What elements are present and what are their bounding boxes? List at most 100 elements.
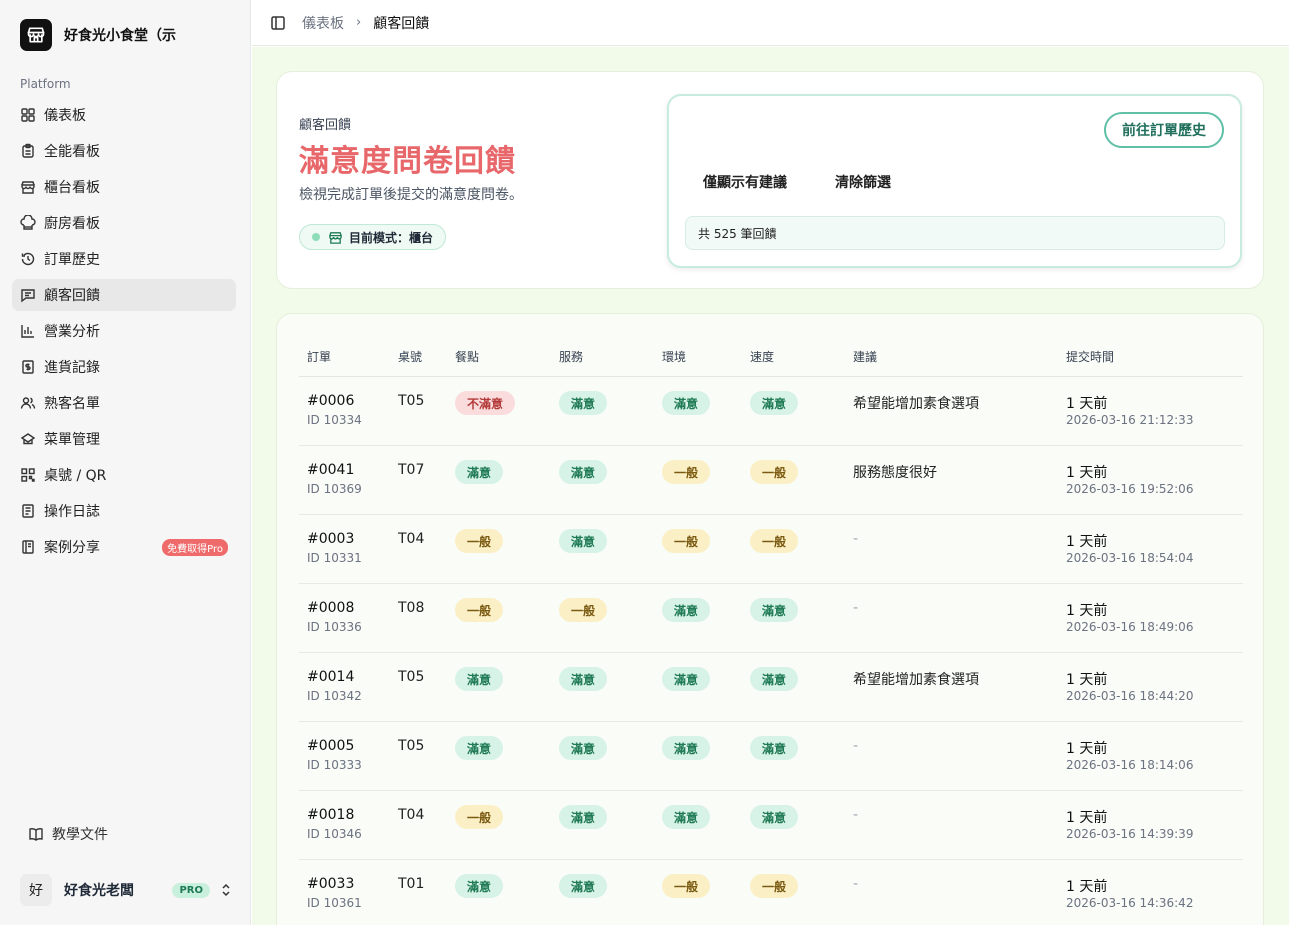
submitted-relative: 1 天前 (1066, 603, 1108, 619)
suggestion-text: 希望能增加素食選項 (853, 396, 979, 412)
sidebar-item-operation-log[interactable]: 操作日誌 (12, 495, 236, 527)
rating-service-badge: 滿意 (559, 874, 608, 898)
order-number: #0003 (307, 531, 355, 547)
table-number: T05 (398, 669, 425, 685)
sidebar: 好食光小食堂（示 Platform 儀表板 全能看板 櫃台看板 廚房看板 訂單歷… (0, 0, 251, 925)
sidebar-item-label: 營業分析 (44, 324, 100, 340)
submitted-relative: 1 天前 (1066, 672, 1108, 688)
nav-group-label: Platform (20, 77, 71, 91)
user-menu[interactable]: 好 好食光老闆 PRO (20, 874, 232, 906)
rating-speed-badge: 一般 (750, 460, 799, 484)
order-id: ID 10336 (307, 620, 362, 634)
rating-food-badge: 不滿意 (455, 391, 516, 415)
table-row[interactable]: #0005 ID 10333 T05 滿意 滿意 滿意 滿意 - 1 天前 2026-03-16 … (299, 722, 1243, 791)
rating-food-badge: 滿意 (455, 460, 504, 484)
topbar: 儀表板 › 顧客回饋 (252, 0, 1289, 46)
pro-badge: PRO (172, 882, 210, 898)
clear-filters-button[interactable]: 清除篩選 (835, 172, 891, 192)
sidebar-item-label: 熟客名單 (44, 396, 100, 412)
rating-service-badge: 滿意 (559, 460, 608, 484)
sidebar-item-case-studies[interactable]: 案例分享 免費取得Pro (12, 531, 236, 563)
table-number: T04 (398, 807, 425, 823)
rating-speed-badge: 滿意 (750, 736, 799, 760)
sidebar-item-regulars[interactable]: 熟客名單 (12, 387, 236, 419)
sidebar-item-counter-board[interactable]: 櫃台看板 (12, 171, 236, 203)
breadcrumb-parent[interactable]: 儀表板 (302, 13, 344, 33)
sidebar-toggle-icon[interactable] (270, 15, 286, 31)
table-row[interactable]: #0008 ID 10336 T08 一般 一般 滿意 滿意 - 1 天前 2026-03-16 … (299, 584, 1243, 653)
rating-service-badge: 滿意 (559, 391, 608, 415)
sidebar-item-dashboard[interactable]: 儀表板 (12, 99, 236, 131)
submitted-relative: 1 天前 (1066, 810, 1108, 826)
user-name: 好食光老闆 (64, 883, 134, 899)
submitted-timestamp: 2026-03-16 18:44:20 (1066, 689, 1194, 703)
rating-service-badge: 滿意 (559, 667, 608, 691)
submitted-timestamp: 2026-03-16 21:12:33 (1066, 413, 1194, 427)
store-icon (21, 181, 35, 194)
submitted-timestamp: 2026-03-16 14:36:42 (1066, 896, 1194, 910)
submitted-relative: 1 天前 (1066, 396, 1108, 412)
sidebar-item-menu[interactable]: 菜單管理 (12, 423, 236, 455)
table-row[interactable]: #0018 ID 10346 T04 一般 滿意 滿意 滿意 - 1 天前 2026-03-16 … (299, 791, 1243, 860)
mode-badge: 目前模式：櫃台 (299, 224, 447, 250)
chevron-right-icon: › (356, 15, 362, 30)
sidebar-item-label: 訂單歷史 (44, 252, 100, 268)
order-number: #0005 (307, 738, 355, 754)
rating-speed-badge: 滿意 (750, 598, 799, 622)
sidebar-item-analytics[interactable]: 營業分析 (12, 315, 236, 347)
rating-env-badge: 一般 (662, 874, 711, 898)
order-number: #0018 (307, 807, 355, 823)
suggestion-text: 服務態度很好 (853, 465, 937, 481)
rating-food-badge: 一般 (455, 598, 504, 622)
col-order: 訂單 (307, 350, 332, 364)
sidebar-item-label: 櫃台看板 (44, 180, 100, 196)
only-suggestions-button[interactable]: 僅顯示有建議 (703, 172, 787, 192)
open-book-icon (29, 828, 43, 841)
docs-link[interactable]: 教學文件 (28, 824, 108, 844)
breadcrumb-current: 顧客回饋 (373, 15, 430, 32)
table-number: T05 (398, 738, 425, 754)
order-id: ID 10369 (307, 482, 362, 496)
order-id: ID 10346 (307, 827, 362, 841)
rating-food-badge: 滿意 (455, 736, 504, 760)
receipt-icon (22, 360, 34, 374)
rating-env-badge: 滿意 (662, 391, 711, 415)
go-order-history-button[interactable]: 前往訂單歷史 (1104, 112, 1224, 148)
sidebar-item-all-board[interactable]: 全能看板 (12, 135, 236, 167)
sidebar-item-table-qr[interactable]: 桌號 / QR (12, 459, 236, 491)
col-submitted-at: 提交時間 (1066, 350, 1115, 364)
rating-env-badge: 一般 (662, 529, 711, 553)
sidebar-item-purchases[interactable]: 進貨記錄 (12, 351, 236, 383)
users-icon (20, 397, 36, 409)
feedback-header-card: 顧客回饋 滿意度問卷回饋 檢視完成訂單後提交的滿意度問卷。 目前模式：櫃台 前往… (276, 71, 1264, 289)
suggestion-text: - (853, 738, 859, 754)
order-id: ID 10333 (307, 758, 362, 772)
rating-speed-badge: 一般 (750, 529, 799, 553)
suggestion-text: - (853, 807, 859, 823)
col-service: 服務 (559, 350, 584, 364)
store-logo-icon (20, 19, 52, 51)
table-number: T07 (398, 462, 425, 478)
rating-env-badge: 一般 (662, 460, 711, 484)
table-row[interactable]: #0006 ID 10334 T05 不滿意 滿意 滿意 滿意 希望能增加素食選項 1 天前 20… (299, 377, 1243, 446)
col-environment: 環境 (662, 350, 687, 364)
chef-hat-icon (20, 215, 36, 230)
brand[interactable]: 好食光小食堂（示 (20, 19, 224, 51)
submitted-relative: 1 天前 (1066, 741, 1108, 757)
sidebar-nav: 儀表板 全能看板 櫃台看板 廚房看板 訂單歷史 顧客回饋 營業分析 進貨記錄 熟… (12, 99, 236, 567)
sidebar-item-order-history[interactable]: 訂單歷史 (12, 243, 236, 275)
sidebar-item-kitchen-board[interactable]: 廚房看板 (12, 207, 236, 239)
sidebar-item-customer-feedback[interactable]: 顧客回饋 (12, 279, 236, 311)
submitted-timestamp: 2026-03-16 18:14:06 (1066, 758, 1194, 772)
submitted-relative: 1 天前 (1066, 879, 1108, 895)
table-row[interactable]: #0041 ID 10369 T07 滿意 滿意 一般 一般 服務態度很好 1 天前 2026-0… (299, 446, 1243, 515)
page-title: 滿意度問卷回饋 (299, 144, 516, 179)
table-row[interactable]: #0003 ID 10331 T04 一般 滿意 一般 一般 - 1 天前 2026-03-16 … (299, 515, 1243, 584)
sidebar-item-label: 案例分享 (44, 540, 100, 556)
table-row[interactable]: #0014 ID 10342 T05 滿意 滿意 滿意 滿意 希望能增加素食選項 1 天前 202… (299, 653, 1243, 722)
history-icon (21, 252, 35, 266)
brand-name: 好食光小食堂（示 (64, 28, 176, 44)
feedback-count: 共 525 筆回饋 (685, 216, 1225, 250)
table-row[interactable]: #0033 ID 10361 T01 滿意 滿意 一般 一般 - 1 天前 2026-03-16 … (299, 860, 1243, 925)
store-icon (329, 231, 342, 244)
